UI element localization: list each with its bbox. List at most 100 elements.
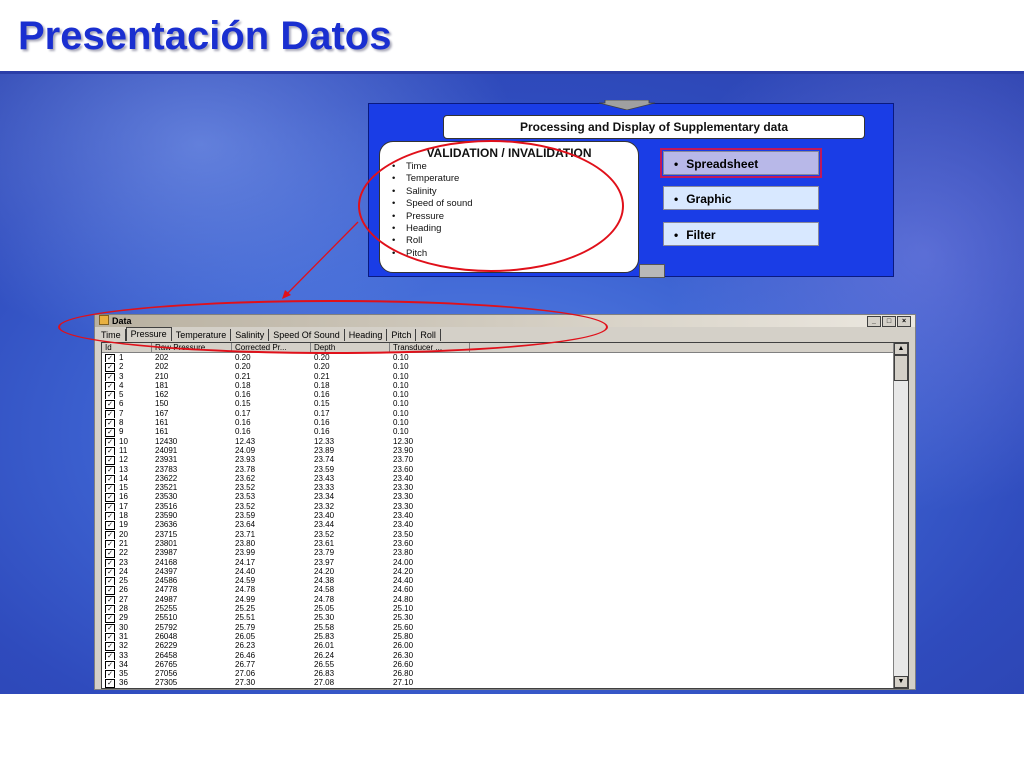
table-row[interactable]: ✓ 5 162 0.16 0.16 0.10 [102, 390, 908, 400]
column-header[interactable]: Raw Pressure [152, 343, 232, 352]
table-row[interactable]: ✓ 3 210 0.21 0.21 0.10 [102, 372, 908, 381]
table-row[interactable]: ✓ 17 23516 23.52 23.32 23.30 [102, 502, 908, 512]
row-checkbox[interactable]: ✓ [105, 363, 115, 372]
row-checkbox[interactable]: ✓ [105, 577, 115, 586]
row-checkbox[interactable]: ✓ [105, 605, 115, 614]
row-checkbox[interactable]: ✓ [105, 428, 115, 437]
row-checkbox[interactable]: ✓ [105, 354, 115, 363]
table-row[interactable]: ✓ 4 181 0.18 0.18 0.10 [102, 381, 908, 391]
scroll-down-icon[interactable]: ▼ [894, 676, 908, 688]
spreadsheet-option[interactable]: Spreadsheet [660, 148, 822, 178]
tab-heading[interactable]: Heading [345, 329, 388, 341]
table-row[interactable]: ✓ 16 23530 23.53 23.34 23.30 [102, 492, 908, 502]
tab-salinity[interactable]: Salinity [231, 329, 270, 341]
row-checkbox[interactable]: ✓ [105, 539, 115, 549]
table-row[interactable]: ✓ 1 202 0.20 0.20 0.10 [102, 353, 908, 363]
table-row[interactable]: ✓ 18 23590 23.59 23.40 23.40 [102, 511, 908, 521]
table-cell: 23931 [155, 455, 178, 465]
filter-option[interactable]: Filter [663, 222, 819, 246]
table-row[interactable]: ✓ 19 23636 23.64 23.44 23.40 [102, 520, 908, 530]
row-checkbox[interactable]: ✓ [105, 642, 115, 651]
row-checkbox[interactable]: ✓ [105, 400, 115, 409]
row-checkbox[interactable]: ✓ [105, 623, 115, 632]
row-checkbox[interactable]: ✓ [105, 409, 115, 419]
row-checkbox[interactable]: ✓ [105, 502, 115, 512]
table-row[interactable]: ✓ 24 24397 24.40 24.20 24.20 [102, 567, 908, 577]
table-row[interactable]: ✓ 21 23801 23.80 23.61 23.60 [102, 539, 908, 549]
table-row[interactable]: ✓ 29 25510 25.51 25.30 25.30 [102, 613, 908, 623]
row-checkbox[interactable]: ✓ [105, 419, 115, 428]
row-checkbox[interactable]: ✓ [105, 614, 115, 623]
table-row[interactable]: ✓ 6 150 0.15 0.15 0.10 [102, 399, 908, 409]
row-checkbox[interactable]: ✓ [105, 484, 115, 493]
tab-speed-of-sound[interactable]: Speed Of Sound [269, 329, 345, 341]
table-row[interactable]: ✓ 30 25792 25.79 25.58 25.60 [102, 623, 908, 632]
row-checkbox[interactable]: ✓ [105, 437, 115, 446]
data-grid[interactable]: Id Raw Pressure Corrected Pr... Depth Transd… [101, 342, 909, 689]
tab-time[interactable]: Time [97, 329, 126, 341]
table-row[interactable]: ✓ 7 167 0.17 0.17 0.10 [102, 409, 908, 419]
row-checkbox[interactable]: ✓ [105, 549, 115, 558]
table-row[interactable]: ✓ 15 23521 23.52 23.33 23.30 [102, 483, 908, 493]
table-row[interactable]: ✓ 28 25255 25.25 25.05 25.10 [102, 604, 908, 614]
row-checkbox[interactable]: ✓ [105, 679, 115, 688]
table-row[interactable]: ✓ 36 27305 27.30 27.08 27.10 [102, 678, 908, 688]
tab-temperature[interactable]: Temperature [172, 329, 232, 341]
row-checkbox[interactable]: ✓ [105, 456, 115, 465]
table-row[interactable]: ✓ 35 27056 27.06 26.83 26.80 [102, 669, 908, 679]
row-checkbox[interactable]: ✓ [105, 372, 115, 381]
row-checkbox[interactable]: ✓ [105, 651, 115, 660]
table-row[interactable]: ✓ 11 24091 24.09 23.89 23.90 [102, 446, 908, 456]
table-cell: 23.53 [235, 492, 256, 502]
row-checkbox[interactable]: ✓ [105, 512, 115, 521]
table-row[interactable]: ✓ 32 26229 26.23 26.01 26.00 [102, 641, 908, 651]
column-header[interactable]: Depth [311, 343, 390, 352]
row-checkbox[interactable]: ✓ [105, 465, 115, 474]
column-header[interactable]: Corrected Pr... [232, 343, 311, 352]
row-checkbox[interactable]: ✓ [105, 474, 115, 484]
table-row[interactable]: ✓ 22 23987 23.99 23.79 23.80 [102, 548, 908, 558]
row-checkbox[interactable]: ✓ [105, 493, 115, 502]
table-row[interactable]: ✓ 13 23783 23.78 23.59 23.60 [102, 465, 908, 474]
row-checkbox[interactable]: ✓ [105, 660, 115, 670]
row-checkbox[interactable]: ✓ [105, 595, 115, 605]
table-row[interactable]: ✓ 26 24778 24.78 24.58 24.60 [102, 585, 908, 595]
row-checkbox[interactable]: ✓ [105, 381, 115, 391]
column-header[interactable]: Id [102, 343, 152, 352]
table-row[interactable]: ✓ 20 23715 23.71 23.52 23.50 [102, 530, 908, 539]
window-titlebar[interactable]: Data _ □ × [95, 315, 915, 327]
table-row[interactable]: ✓ 12 23931 23.93 23.74 23.70 [102, 455, 908, 465]
minimize-icon[interactable]: _ [867, 316, 881, 327]
row-checkbox[interactable]: ✓ [105, 632, 115, 642]
row-checkbox[interactable]: ✓ [105, 446, 115, 456]
tab-pressure[interactable]: Pressure [125, 327, 172, 341]
tab-roll[interactable]: Roll [416, 329, 441, 341]
table-row[interactable]: ✓ 25 24586 24.59 24.38 24.40 [102, 576, 908, 586]
table-row[interactable]: ✓ 14 23622 23.62 23.43 23.40 [102, 474, 908, 484]
table-row[interactable]: ✓ 9 161 0.16 0.16 0.10 [102, 427, 908, 437]
row-checkbox[interactable]: ✓ [105, 567, 115, 577]
table-row[interactable]: ✓ 34 26765 26.77 26.55 26.60 [102, 660, 908, 670]
scroll-up-icon[interactable]: ▲ [894, 343, 908, 355]
vertical-scrollbar[interactable]: ▲ ▼ [893, 343, 908, 688]
table-row[interactable]: ✓ 2 202 0.20 0.20 0.10 [102, 362, 908, 372]
tab-pitch[interactable]: Pitch [387, 329, 417, 341]
row-checkbox[interactable]: ✓ [105, 521, 115, 530]
close-icon[interactable]: × [897, 316, 911, 327]
row-checkbox[interactable]: ✓ [105, 586, 115, 595]
row-checkbox[interactable]: ✓ [105, 530, 115, 539]
table-row[interactable]: ✓ 31 26048 26.05 25.83 25.80 [102, 632, 908, 642]
table-row[interactable]: ✓ 27 24987 24.99 24.78 24.80 [102, 595, 908, 605]
table-row[interactable]: ✓ 33 26458 26.46 26.24 26.30 [102, 651, 908, 660]
maximize-icon[interactable]: □ [882, 316, 896, 327]
table-row[interactable]: ✓ 8 161 0.16 0.16 0.10 [102, 418, 908, 428]
column-header[interactable]: Transducer ... [390, 343, 470, 352]
table-row[interactable]: ✓ 10 12430 12.43 12.33 12.30 [102, 437, 908, 446]
row-id-cell: ✓ 28 [102, 604, 152, 614]
row-checkbox[interactable]: ✓ [105, 670, 115, 679]
table-row[interactable]: ✓ 23 24168 24.17 23.97 24.00 [102, 558, 908, 567]
scroll-thumb[interactable] [894, 355, 908, 381]
graphic-option[interactable]: Graphic [663, 186, 819, 210]
row-checkbox[interactable]: ✓ [105, 558, 115, 567]
row-checkbox[interactable]: ✓ [105, 391, 115, 400]
